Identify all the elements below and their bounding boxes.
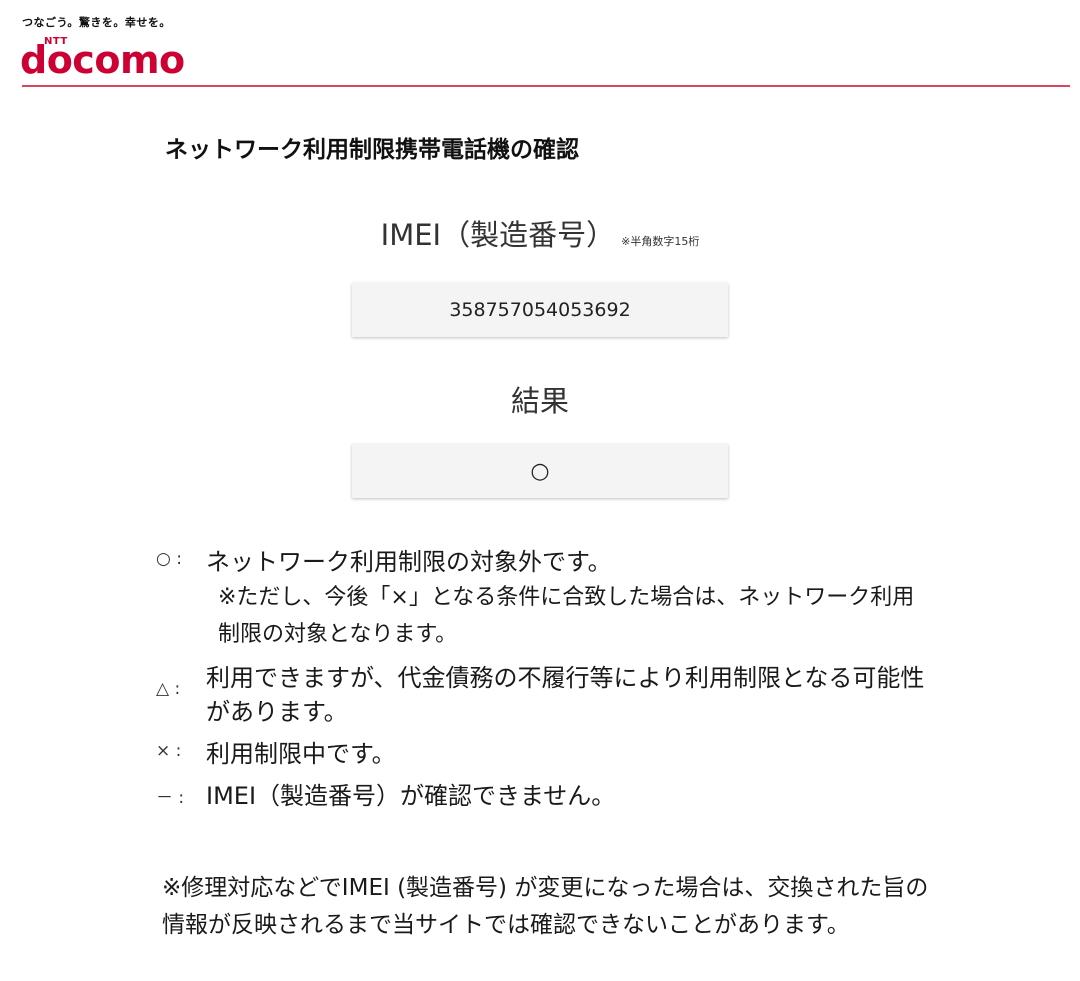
- legend-symbol-circle: ○ :: [156, 549, 182, 569]
- imei-value: 358757054053692: [449, 299, 631, 321]
- logo-wordmark: docomo: [20, 38, 185, 82]
- docomo-logo[interactable]: NTT docomo: [20, 30, 190, 80]
- legend-note-circle: ※ただし、今後「×」となる条件に合致した場合は、ネットワーク利用制限の対象となり…: [218, 585, 915, 647]
- legend-row-circle: ○ : ネットワーク利用制限の対象外です。 ※ただし、今後「×」となる条件に合致…: [156, 545, 946, 653]
- header-divider: [22, 85, 1070, 87]
- legend-row-triangle: △ : 利用できますが、代金債務の不履行等により利用制限となる可能性があります。: [156, 661, 946, 729]
- legend-symbol-dash: － :: [156, 788, 185, 808]
- imei-label: IMEI（製造番号） ※半角数字15桁: [0, 212, 1080, 254]
- result-value-field: ○: [352, 444, 728, 498]
- legend-row-cross: × : 利用制限中です。: [156, 737, 946, 771]
- legend-text-dash: IMEI（製造番号）が確認できません。: [206, 782, 616, 810]
- result-label: 結果: [510, 384, 569, 418]
- page-title: ネットワーク利用制限携帯電話機の確認: [165, 137, 579, 163]
- site-header: つなごう。驚きを。幸せを。 NTT docomo: [0, 0, 1080, 88]
- brand-tagline: つなごう。驚きを。幸せを。: [22, 16, 171, 29]
- result-legend: ○ : ネットワーク利用制限の対象外です。 ※ただし、今後「×」となる条件に合致…: [156, 545, 946, 821]
- legend-row-dash: － : IMEI（製造番号）が確認できません。: [156, 779, 946, 813]
- legend-text-circle: ネットワーク利用制限の対象外です。: [206, 548, 612, 576]
- imei-value-field[interactable]: 358757054053692: [352, 283, 728, 337]
- legend-text-triangle: 利用できますが、代金債務の不履行等により利用制限となる可能性があります。: [206, 664, 925, 726]
- legend-text-cross: 利用制限中です。: [206, 740, 396, 768]
- imei-label-text: IMEI（製造番号）: [380, 218, 616, 252]
- result-value: ○: [530, 458, 550, 484]
- legend-symbol-triangle: △ :: [156, 679, 181, 699]
- legend-symbol-cross: × :: [156, 741, 182, 761]
- imei-change-footnote: ※修理対応などでIMEI (製造番号) が変更になった場合は、交換された旨の情報…: [162, 875, 929, 938]
- imei-format-note: ※半角数字15桁: [621, 235, 700, 248]
